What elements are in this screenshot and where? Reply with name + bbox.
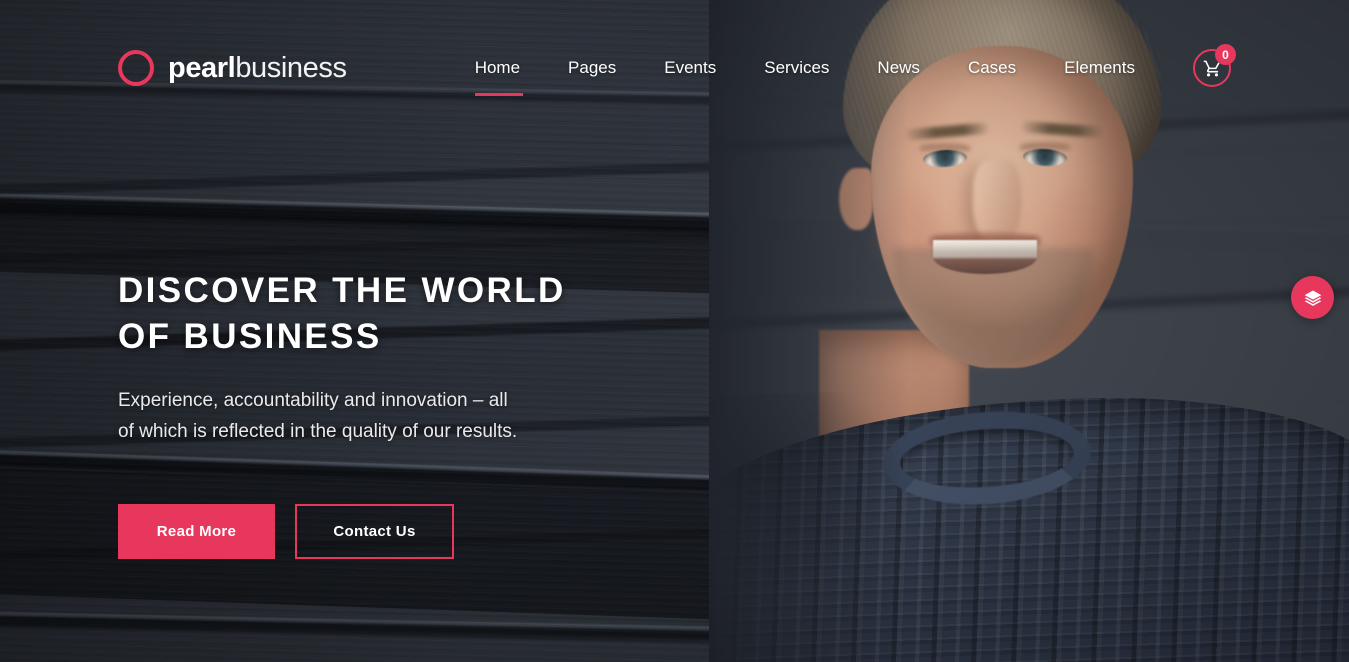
hero-section: DISCOVER THE WORLD OF BUSINESS Experienc… [118, 268, 738, 559]
nav-item-elements[interactable]: Elements [1040, 52, 1159, 84]
nav-item-events[interactable]: Events [640, 52, 740, 84]
hero-actions: Read More Contact Us [118, 503, 738, 559]
layers-toggle-button[interactable] [1291, 276, 1334, 319]
shoulder-shadow [709, 386, 1004, 662]
logo-text: pearlbusiness [168, 52, 347, 85]
logo-text-bold: pearl [168, 51, 236, 84]
nav-item-services[interactable]: Services [740, 52, 853, 84]
main-navigation: Home Pages Events Services News Cases El… [451, 44, 1236, 96]
cart-count-badge: 0 [1215, 44, 1236, 65]
nav-item-pages[interactable]: Pages [544, 52, 640, 84]
hero-subtitle: Experience, accountability and innovatio… [118, 390, 518, 442]
logo-circle-icon [118, 50, 154, 86]
site-logo[interactable]: pearlbusiness [118, 50, 347, 86]
cart-button[interactable]: 0 [1193, 44, 1236, 87]
nav-item-cases[interactable]: Cases [944, 52, 1040, 84]
contact-us-button[interactable]: Contact Us [295, 503, 454, 559]
ear [839, 168, 873, 230]
site-header: pearlbusiness Home Pages Events Services… [0, 0, 1349, 136]
page-root: pearlbusiness Home Pages Events Services… [0, 0, 1349, 662]
layers-icon [1304, 290, 1321, 306]
nav-item-news[interactable]: News [853, 52, 944, 84]
read-more-button[interactable]: Read More [118, 503, 275, 559]
hero-title: DISCOVER THE WORLD OF BUSINESS [118, 271, 566, 356]
logo-text-light: business [235, 51, 347, 84]
nav-item-home[interactable]: Home [451, 52, 544, 96]
